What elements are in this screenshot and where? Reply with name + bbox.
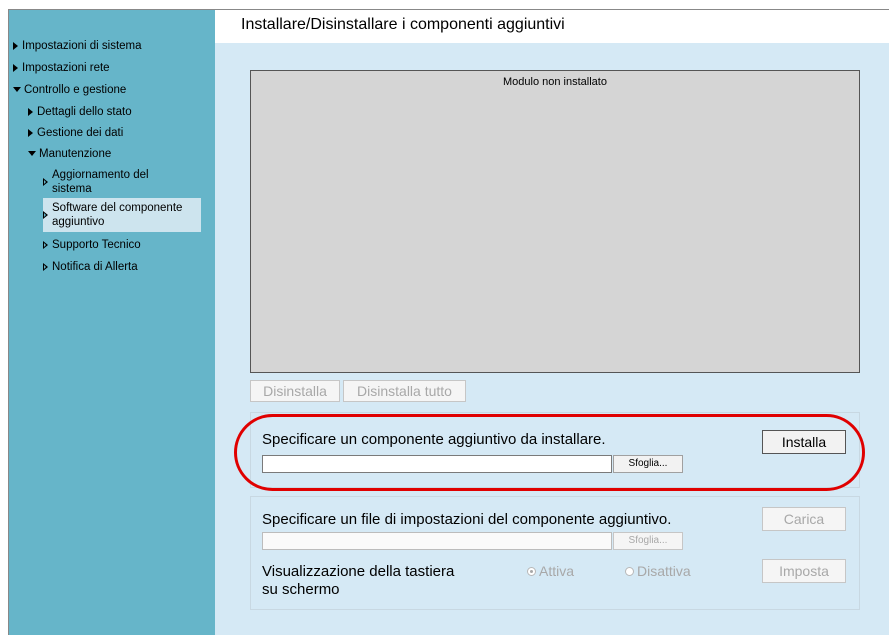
triangle-down-icon <box>28 151 36 156</box>
sidebar-item-data-management[interactable]: Gestione dei dati <box>28 126 123 140</box>
settings-file-field[interactable] <box>262 532 612 550</box>
triangle-right-icon <box>13 64 18 72</box>
sidebar-item-maintenance[interactable]: Manutenzione <box>28 147 111 161</box>
sidebar-item-label: Notifica di Allerta <box>52 261 138 273</box>
triangle-right-outline-icon <box>43 263 48 271</box>
radio-on[interactable]: Attiva <box>527 563 574 579</box>
settings-browse-button[interactable]: Sfoglia... <box>613 532 683 550</box>
sidebar-item-network-settings[interactable]: Impostazioni rete <box>13 61 110 75</box>
sidebar: Impostazioni di sistema Impostazioni ret… <box>9 10 215 635</box>
uninstall-button[interactable]: Disinstalla <box>250 380 340 402</box>
sidebar-item-addon-software[interactable]: Software del componente aggiuntivo <box>43 201 182 229</box>
red-highlight-ellipse <box>234 414 865 491</box>
keyboard-display-label: Visualizzazione della tastiera su scherm… <box>262 563 454 599</box>
sidebar-item-label: Manutenzione <box>39 148 112 160</box>
radio-checked-icon <box>527 567 536 576</box>
triangle-down-icon <box>13 87 21 92</box>
sidebar-item-label-line1: Software del componente <box>52 202 183 214</box>
set-button[interactable]: Imposta <box>762 559 846 583</box>
sidebar-item-label-line2: sistema <box>52 183 92 195</box>
sidebar-item-label: Controllo e gestione <box>24 84 127 96</box>
radio-unchecked-icon <box>625 567 634 576</box>
sidebar-item-system-settings[interactable]: Impostazioni di sistema <box>13 39 142 53</box>
sidebar-item-system-update[interactable]: Aggiornamento del sistema <box>43 168 149 196</box>
page-title: Installare/Disinstallare i componenti ag… <box>241 16 565 33</box>
sidebar-item-label: Impostazioni di sistema <box>22 40 142 52</box>
triangle-right-outline-icon <box>43 211 48 219</box>
sidebar-item-label: Impostazioni rete <box>22 62 110 74</box>
radio-off[interactable]: Disattiva <box>625 563 691 579</box>
uninstall-all-button[interactable]: Disinstalla tutto <box>343 380 466 402</box>
keyboard-label-line1: Visualizzazione della tastiera <box>262 563 455 580</box>
radio-on-label: Attiva <box>539 563 575 579</box>
triangle-right-icon <box>13 42 18 50</box>
sidebar-item-technical-support[interactable]: Supporto Tecnico <box>43 238 141 252</box>
triangle-right-icon <box>28 108 33 116</box>
sidebar-item-label: Supporto Tecnico <box>52 239 141 251</box>
sidebar-item-control-management[interactable]: Controllo e gestione <box>13 83 126 97</box>
load-button[interactable]: Carica <box>762 507 846 531</box>
triangle-right-icon <box>28 129 33 137</box>
installed-modules-list[interactable]: Modulo non installato <box>250 70 860 373</box>
main-content: Installare/Disinstallare i componenti ag… <box>215 10 889 635</box>
settings-instruction-label: Specificare un file di impostazioni del … <box>262 511 672 528</box>
title-bar: Installare/Disinstallare i componenti ag… <box>215 10 889 43</box>
sidebar-item-label: Gestione dei dati <box>37 127 124 139</box>
app-frame: Impostazioni di sistema Impostazioni ret… <box>8 9 889 635</box>
sidebar-item-label-line1: Aggiornamento del <box>52 169 149 181</box>
triangle-right-outline-icon <box>43 178 48 186</box>
sidebar-item-label-line2: aggiuntivo <box>52 216 105 228</box>
module-status-text: Modulo non installato <box>503 76 607 88</box>
radio-off-label: Disattiva <box>637 563 691 579</box>
triangle-right-outline-icon <box>43 241 48 249</box>
sidebar-item-alert-notification[interactable]: Notifica di Allerta <box>43 260 138 274</box>
keyboard-label-line2: su schermo <box>262 581 340 598</box>
sidebar-item-status-details[interactable]: Dettagli dello stato <box>28 105 132 119</box>
sidebar-item-label: Dettagli dello stato <box>37 106 132 118</box>
